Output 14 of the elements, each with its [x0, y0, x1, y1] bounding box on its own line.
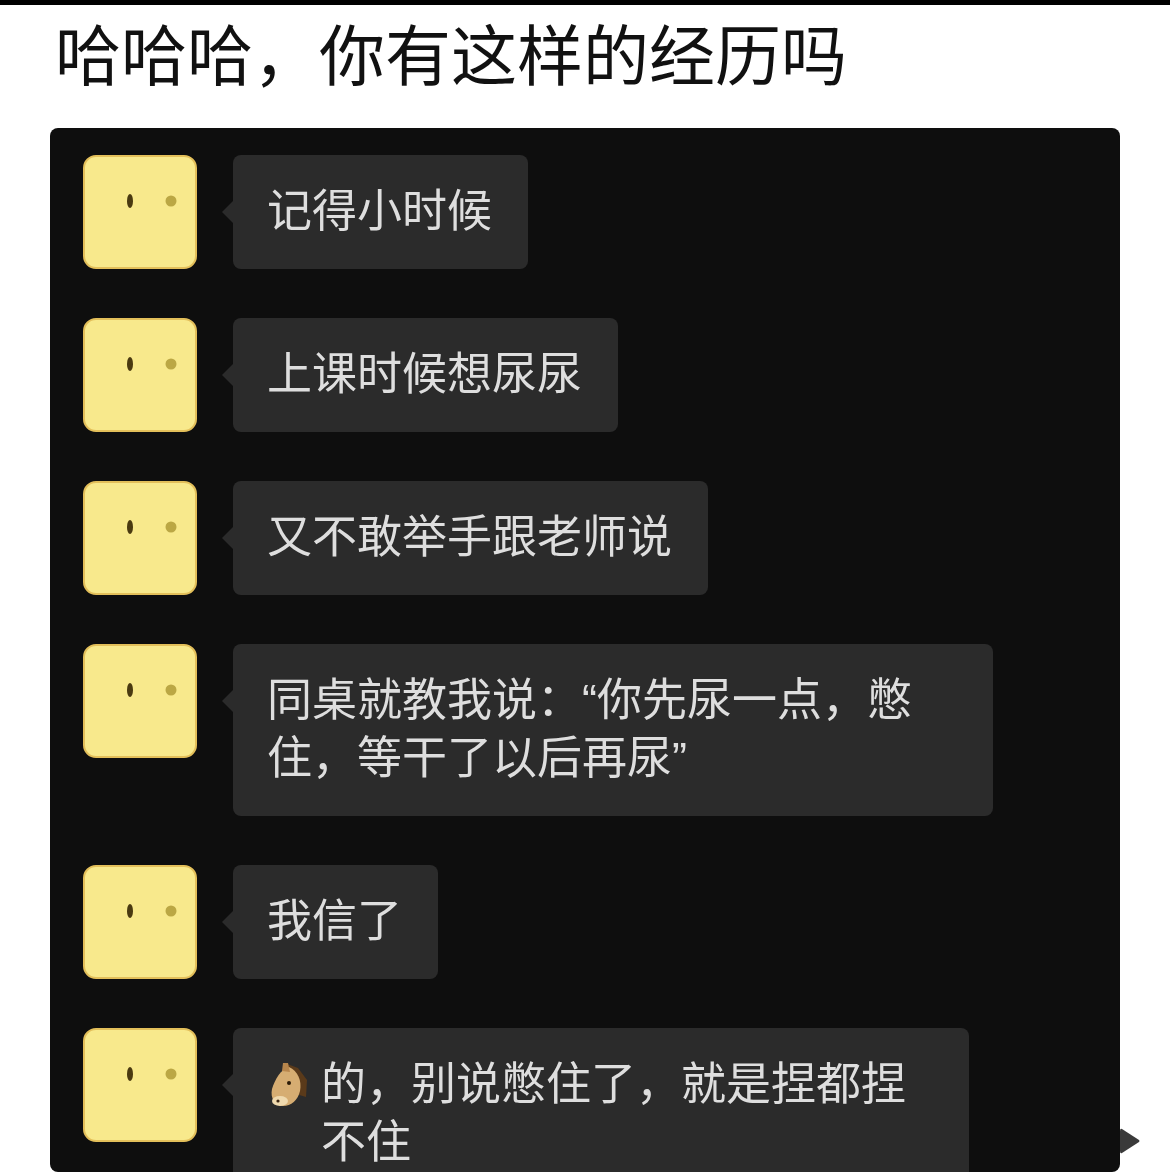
message-text: 上课时候想尿尿 — [267, 349, 582, 400]
message-text: 我信了 — [267, 896, 402, 947]
avatar-icon — [83, 318, 197, 432]
avatar-icon — [83, 865, 197, 979]
message-text: 同桌就教我说：“你先尿一点，憋住，等干了以后再尿” — [267, 675, 912, 784]
right-arrow-icon — [1120, 1128, 1140, 1154]
message-text: 记得小时候 — [267, 186, 492, 237]
message-text: 的，别说憋住了，就是捏都捏不住 — [321, 1058, 907, 1170]
avatar-icon — [83, 481, 197, 595]
avatar-icon — [83, 1028, 197, 1142]
avatar-icon — [83, 644, 197, 758]
message-text: 又不敢举手跟老师说 — [267, 512, 672, 563]
post-title: 哈哈哈，你有这样的经历吗 — [55, 19, 847, 96]
avatar-icon — [83, 155, 197, 269]
